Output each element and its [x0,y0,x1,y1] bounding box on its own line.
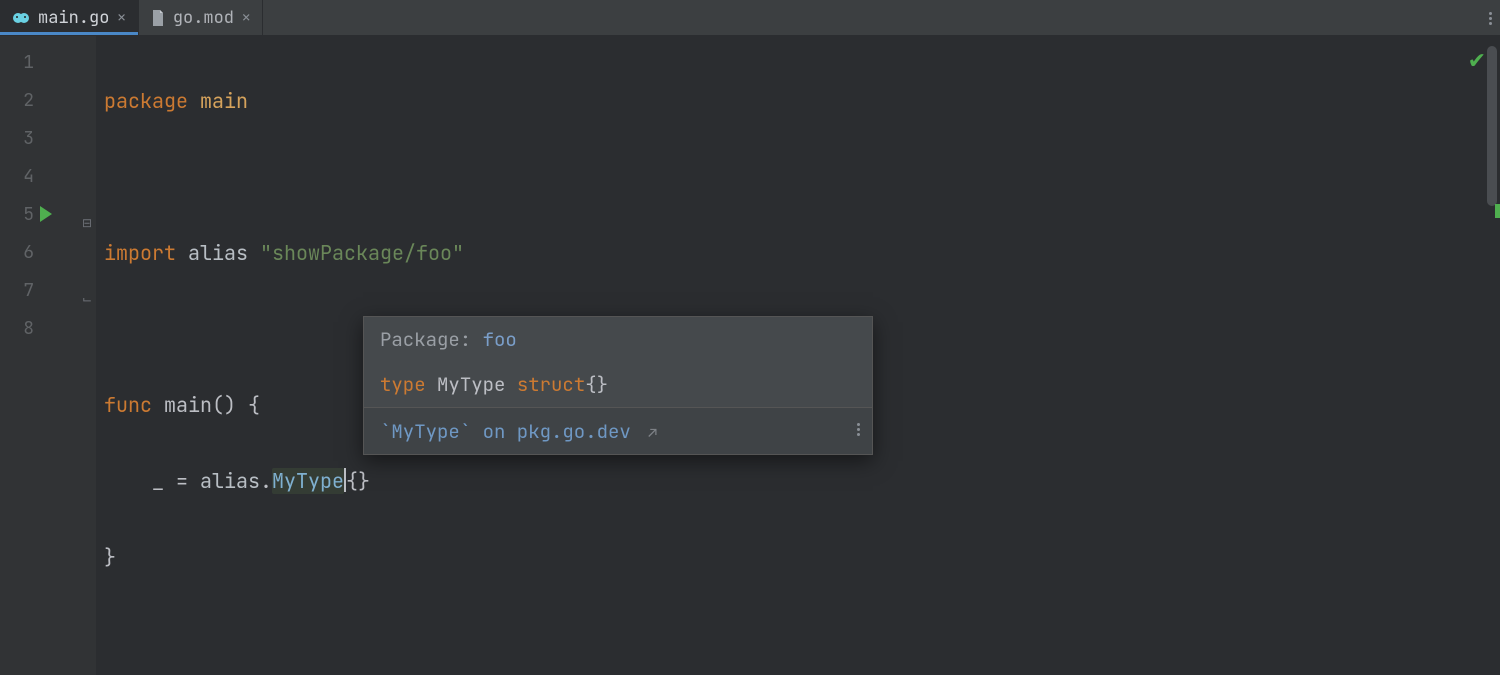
tok-indent: _ = [104,468,200,494]
tok-type-name: MyType [437,372,505,397]
tok-dot: . [260,468,272,494]
scrollbar-thumb[interactable] [1487,46,1497,206]
doc-declaration: type MyType struct{} [364,362,872,407]
tok-braces: {} [346,468,370,494]
doc-package-line: Package: foo [364,317,872,362]
line-number: 1 [0,44,96,82]
tok-type: MyType [272,468,344,494]
tok-alias: alias [188,240,248,266]
tok-keyword: type [380,372,426,397]
line-number: 4 [0,158,96,196]
doc-link-text: `MyType` on pkg.go.dev [380,419,631,444]
tok-string: "showPackage/foo" [260,240,464,266]
tok-punct: () { [212,392,260,418]
top-editor: main.go ✕ go.mod ✕ 1 2 3 4 5 6 [0,0,1500,675]
doc-more-icon[interactable] [857,418,860,444]
tok-braces: {} [585,372,608,397]
run-gutter-icon[interactable] [40,206,52,222]
tok-keyword: package [104,88,188,114]
close-icon[interactable]: ✕ [117,9,125,27]
tab-go-mod[interactable]: go.mod ✕ [139,0,264,35]
tab-main-go[interactable]: main.go ✕ [0,0,139,35]
line-number: 3 [0,120,96,158]
external-link-icon: ↗ [648,423,657,443]
fold-end-icon[interactable]: ⌙ [82,280,92,318]
ide-root: main.go ✕ go.mod ✕ 1 2 3 4 5 6 [0,0,1500,675]
tok-package-name: main [200,88,248,114]
quick-doc-popup[interactable]: Package: foo type MyType struct{} `MyTyp… [363,316,873,455]
tab-label: main.go [38,7,109,29]
line-number: 2 [0,82,96,120]
doc-package-name: foo [483,327,517,352]
doc-package-label: Package: [380,327,471,352]
tok-keyword: import [104,240,176,266]
tab-label: go.mod [173,7,234,29]
tok-keyword: func [104,392,152,418]
doc-external-link[interactable]: `MyType` on pkg.go.dev ↗ [364,407,872,454]
tok-brace: } [104,544,116,570]
change-marker [1495,204,1500,218]
close-icon[interactable]: ✕ [242,9,250,27]
top-code-area[interactable]: 1 2 3 4 5 6 7 8 ⊟ ⌙ package main import … [0,36,1500,675]
top-tabbar: main.go ✕ go.mod ✕ [0,0,1500,36]
go-file-icon [12,11,30,25]
tok-func-name: main [164,392,212,418]
tabbar-more-icon[interactable] [1489,0,1492,36]
gutter: 1 2 3 4 5 6 7 8 ⊟ ⌙ [0,36,96,675]
inspection-ok-icon[interactable]: ✔ [1468,46,1486,75]
fold-icon[interactable]: ⊟ [82,204,92,242]
tok-struct: struct [517,372,585,397]
file-icon [151,10,165,26]
tok-alias: alias [200,468,260,494]
